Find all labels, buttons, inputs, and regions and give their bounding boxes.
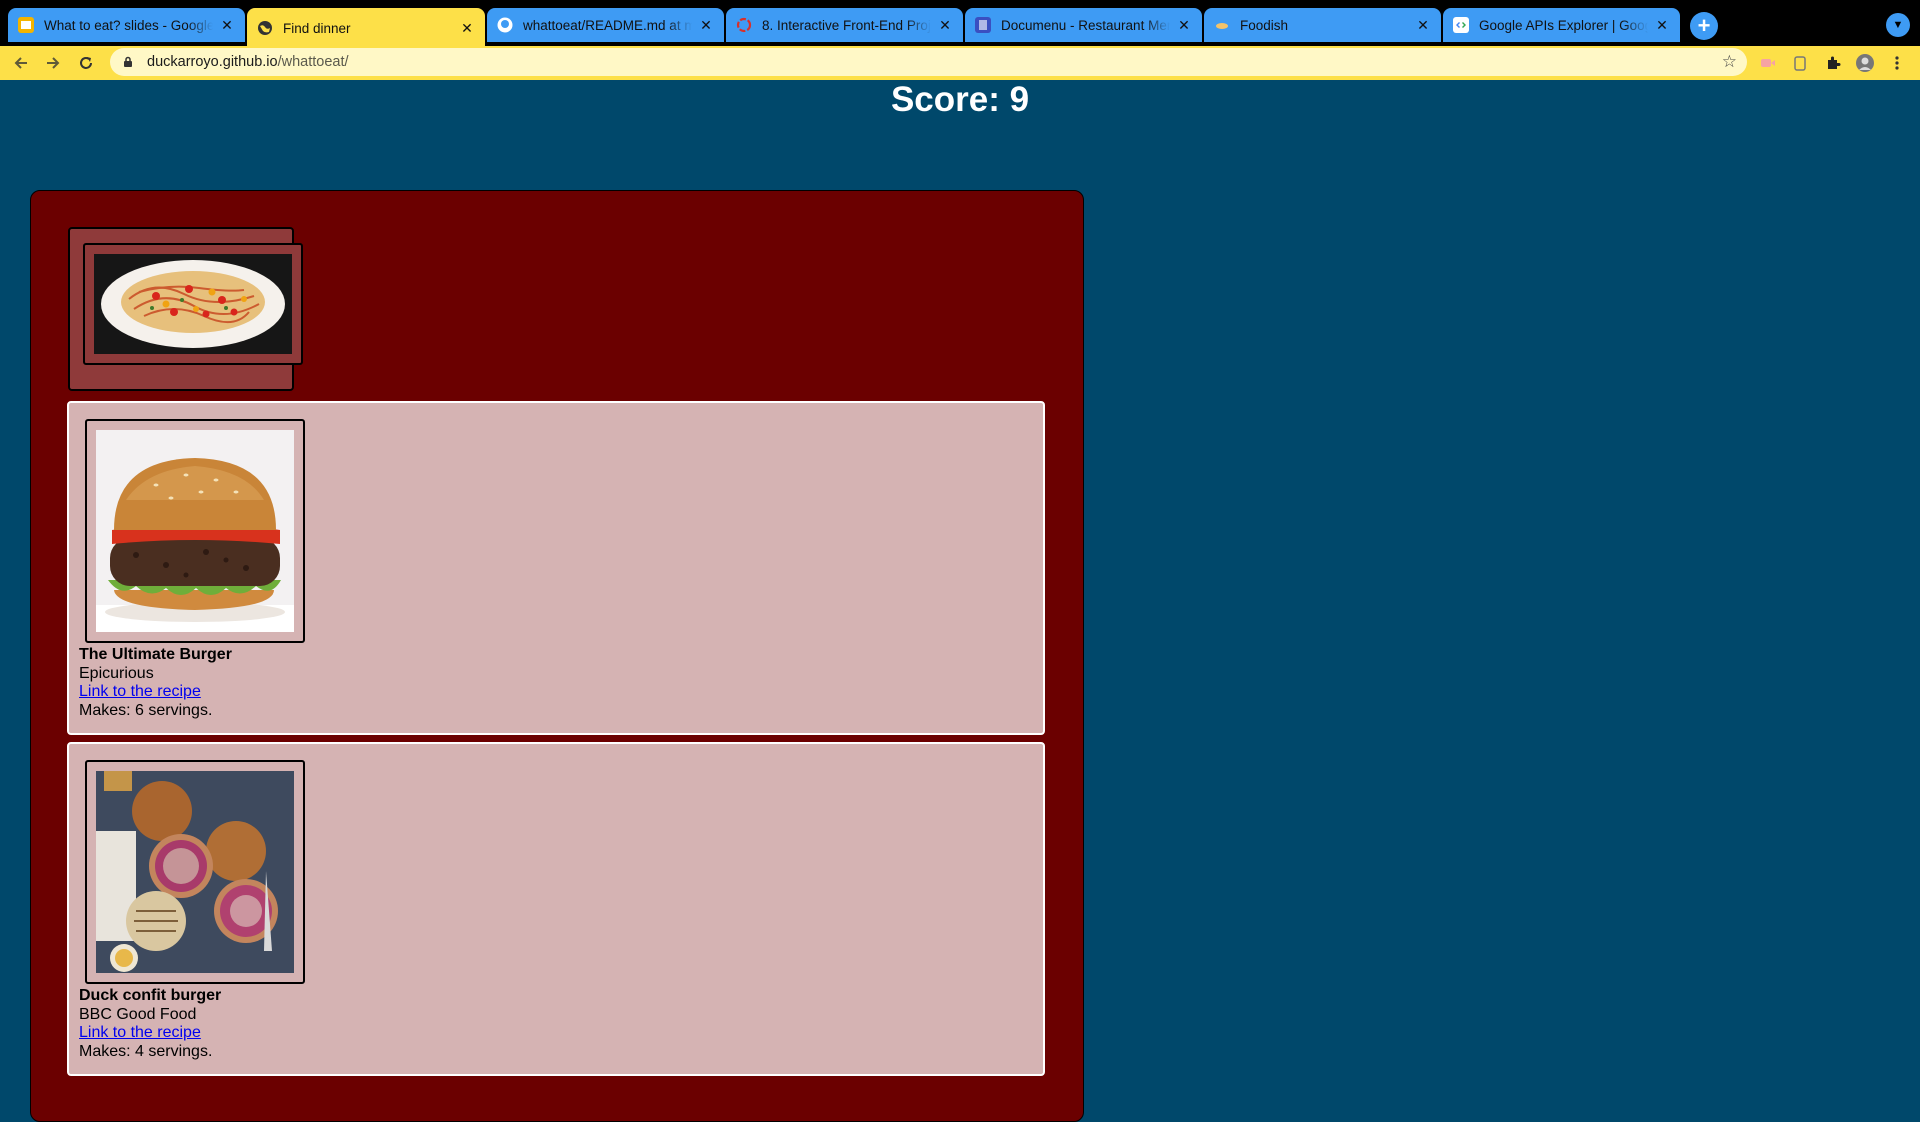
tab-google-apis[interactable]: Google APIs Explorer | Google ✕ <box>1443 8 1680 42</box>
tab-github[interactable]: whattoeat/README.md at main ✕ <box>487 8 724 42</box>
url-text[interactable]: duckarroyo.github.io/whattoeat/ <box>147 54 349 70</box>
recipe-image-frame[interactable] <box>85 760 305 984</box>
tab-documenu[interactable]: Documenu - Restaurant Menu ✕ <box>965 8 1202 42</box>
browser-toolbar: duckarroyo.github.io/whattoeat/ ☆ <box>0 46 1920 80</box>
slides-icon <box>18 17 34 33</box>
tab-title: What to eat? slides - Google Slides <box>44 17 213 33</box>
tab-title: whattoeat/README.md at main <box>523 17 692 33</box>
new-tab-button[interactable]: + <box>1690 12 1718 40</box>
close-icon[interactable]: ✕ <box>937 17 953 33</box>
extension-video-icon[interactable] <box>1758 53 1778 73</box>
reload-button[interactable] <box>73 50 99 76</box>
tab-foodish[interactable]: Foodish ✕ <box>1204 8 1441 42</box>
close-icon[interactable]: ✕ <box>1415 17 1431 33</box>
recipe-info: Duck confit burger BBC Good Food Link to… <box>79 987 221 1061</box>
tab-title: Find dinner <box>283 20 351 36</box>
url-path: /whattoeat/ <box>277 54 349 70</box>
forward-button[interactable] <box>40 50 66 76</box>
recipe-name: The Ultimate Burger <box>79 646 232 663</box>
tab-strip: What to eat? slides - Google Slides ✕ Fi… <box>0 0 1920 48</box>
forward-arrow-icon <box>47 57 60 69</box>
featured-dish-image[interactable] <box>83 243 303 365</box>
book-icon <box>975 17 991 33</box>
extension-clipboard-icon[interactable] <box>1790 53 1810 73</box>
recipe-image-frame[interactable] <box>85 419 305 643</box>
recipe-source: BBC Good Food <box>79 1005 197 1023</box>
github-icon <box>497 17 513 33</box>
recipe-servings: Makes: 4 servings. <box>79 1042 213 1060</box>
page-content: Score: 9 The Ultimate Burger Epicurious … <box>0 80 1920 1122</box>
duck-burger-image <box>96 771 294 973</box>
recipe-card: Duck confit burger BBC Good Food Link to… <box>67 742 1045 1076</box>
close-icon[interactable]: ✕ <box>1176 17 1192 33</box>
ci-icon <box>736 17 752 33</box>
recipe-link[interactable]: Link to the recipe <box>79 683 201 700</box>
tab-slides[interactable]: What to eat? slides - Google Slides ✕ <box>8 8 245 42</box>
close-icon[interactable]: ✕ <box>459 20 475 36</box>
tab-title: Documenu - Restaurant Menu <box>1001 17 1170 33</box>
tab-title: Google APIs Explorer | Google <box>1479 17 1648 33</box>
tab-title: Foodish <box>1240 17 1289 33</box>
tab-title: 8. Interactive Front-End Project <box>762 17 931 33</box>
tab-search-button[interactable]: ▼ <box>1886 13 1910 37</box>
close-icon[interactable]: ✕ <box>1654 17 1670 33</box>
pasta-image <box>94 254 292 354</box>
recipe-name: Duck confit burger <box>79 987 222 1004</box>
url-host: duckarroyo.github.io <box>147 54 278 70</box>
lock-icon[interactable] <box>121 55 135 69</box>
burger-image <box>96 430 294 632</box>
recipe-link[interactable]: Link to the recipe <box>79 1024 201 1041</box>
google-api-icon <box>1453 17 1469 33</box>
food-icon <box>1214 17 1230 33</box>
extensions-puzzle-icon[interactable] <box>1823 53 1843 73</box>
tab-project[interactable]: 8. Interactive Front-End Project ✕ <box>726 8 963 42</box>
recipe-servings: Makes: 6 servings. <box>79 701 213 719</box>
recipe-info: The Ultimate Burger Epicurious Link to t… <box>79 646 232 720</box>
tab-find-dinner[interactable]: Find dinner ✕ <box>247 8 485 48</box>
recipe-card: The Ultimate Burger Epicurious Link to t… <box>67 401 1045 735</box>
close-icon[interactable]: ✕ <box>698 17 714 33</box>
back-button[interactable] <box>8 50 34 76</box>
back-arrow-icon <box>14 57 27 69</box>
recipe-source: Epicurious <box>79 664 154 682</box>
reload-icon <box>80 57 92 69</box>
browser-menu-icon[interactable] <box>1887 53 1907 73</box>
close-icon[interactable]: ✕ <box>219 17 235 33</box>
results-panel: The Ultimate Burger Epicurious Link to t… <box>30 190 1084 1122</box>
bookmark-star-icon[interactable]: ☆ <box>1722 52 1737 72</box>
score-heading: Score: 9 <box>890 80 1030 119</box>
address-bar[interactable]: duckarroyo.github.io/whattoeat/ ☆ <box>110 48 1747 76</box>
profile-avatar[interactable] <box>1855 53 1875 73</box>
globe-icon <box>257 20 273 36</box>
